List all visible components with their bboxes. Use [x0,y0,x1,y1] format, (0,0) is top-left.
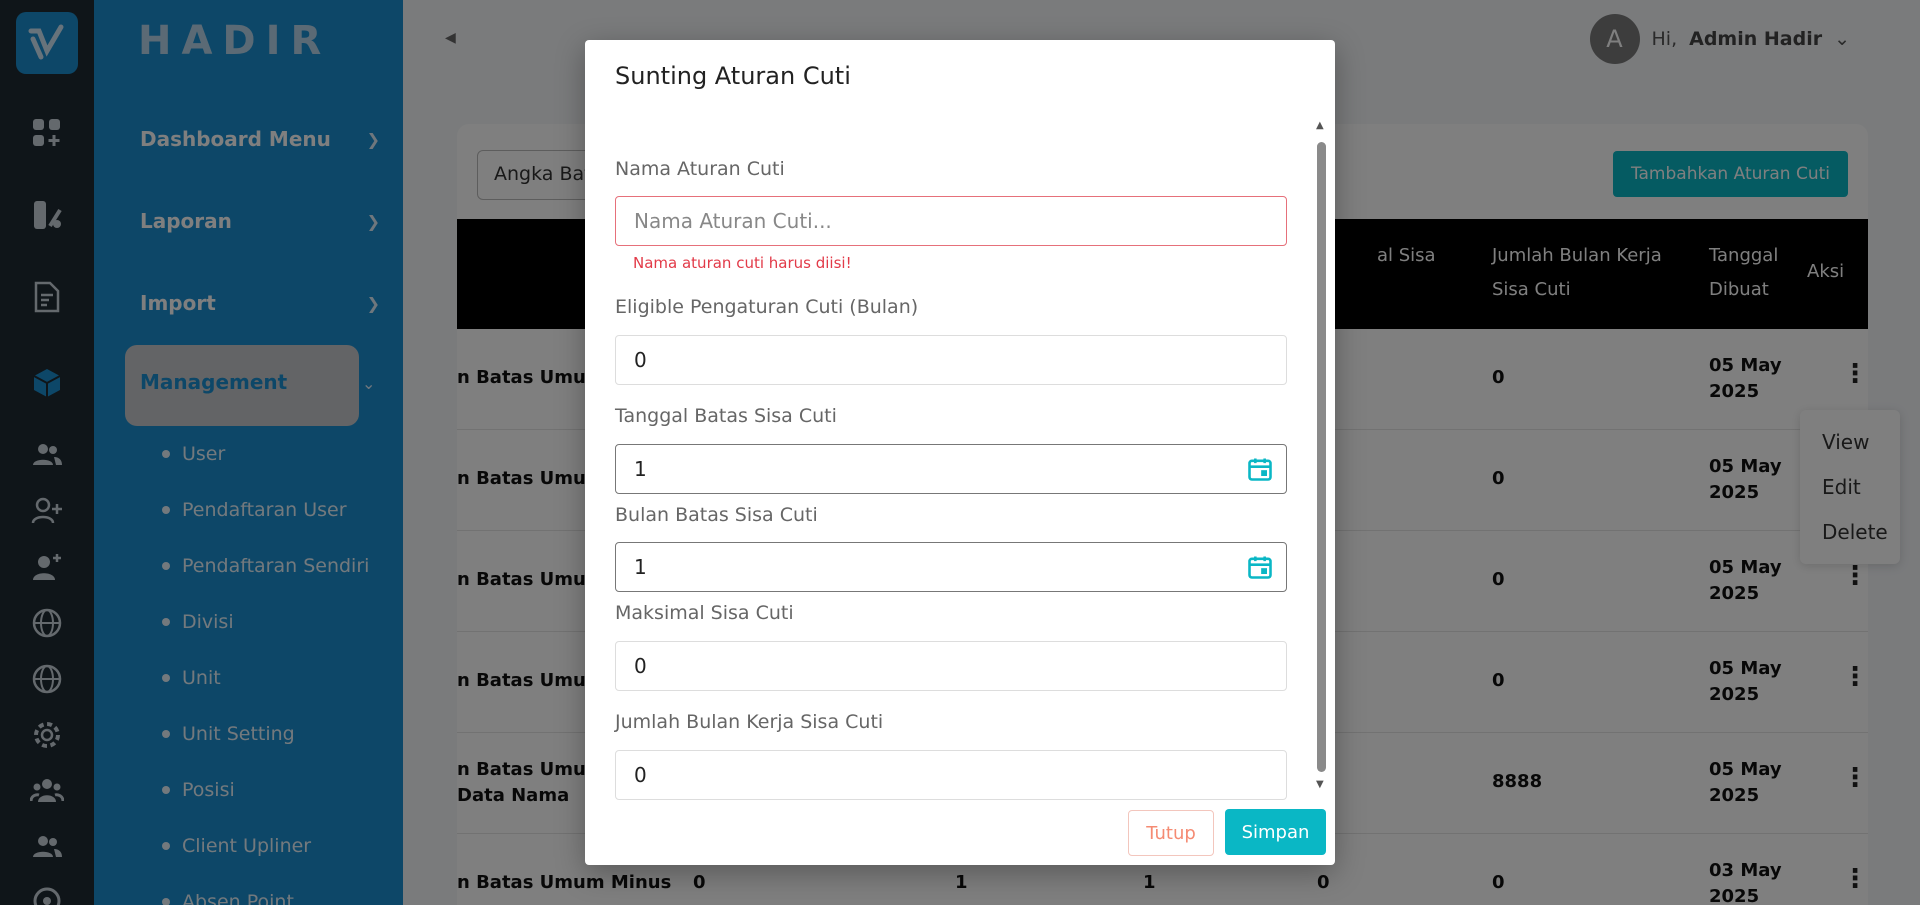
jumlah-bulan-input[interactable]: 0 [615,750,1287,800]
field-label: Tanggal Batas Sisa Cuti [615,405,837,427]
tanggal-batas-input[interactable]: 1 [615,444,1287,494]
nama-aturan-input[interactable]: Nama Aturan Cuti... [615,196,1287,246]
calendar-icon[interactable] [1246,553,1274,581]
scroll-down-icon[interactable]: ▼ [1316,779,1324,790]
field-label: Eligible Pengaturan Cuti (Bulan) [615,296,919,318]
save-button[interactable]: Simpan [1225,809,1326,855]
field-label: Maksimal Sisa Cuti [615,602,794,624]
edit-leave-rule-modal: Sunting Aturan Cuti Nama Aturan Cuti Nam… [585,40,1335,865]
scrollbar-thumb[interactable] [1317,142,1326,772]
field-label: Jumlah Bulan Kerja Sisa Cuti [615,711,884,733]
close-button[interactable]: Tutup [1128,810,1214,856]
modal-scrollbar[interactable]: ▲ ▼ [1315,120,1327,790]
nama-error-message: Nama aturan cuti harus diisi! [633,254,852,272]
field-label: Nama Aturan Cuti [615,158,785,180]
calendar-icon[interactable] [1246,455,1274,483]
field-label: Bulan Batas Sisa Cuti [615,504,818,526]
modal-title: Sunting Aturan Cuti [615,62,851,90]
maksimal-sisa-input[interactable]: 0 [615,641,1287,691]
scroll-up-icon[interactable]: ▲ [1316,120,1324,131]
bulan-batas-input[interactable]: 1 [615,542,1287,592]
eligible-input[interactable]: 0 [615,335,1287,385]
